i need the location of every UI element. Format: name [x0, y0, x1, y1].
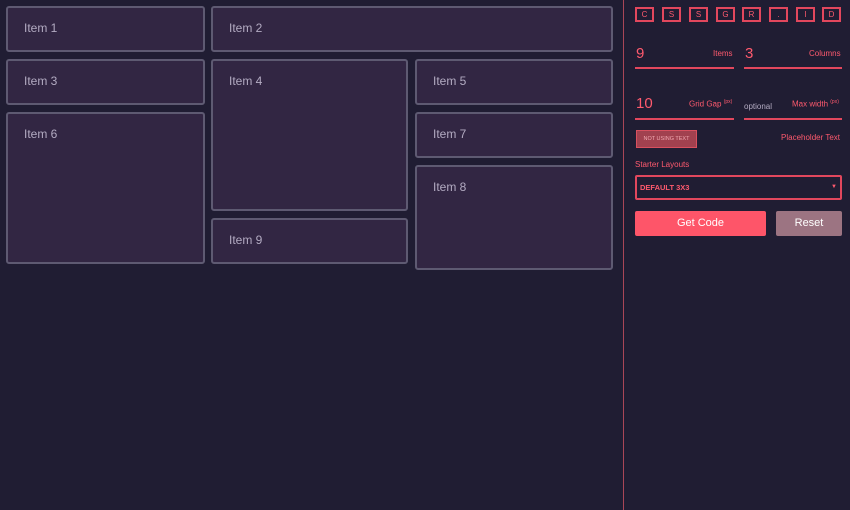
logo-letter: S	[662, 7, 681, 22]
grid-item-label: Item 5	[433, 74, 467, 88]
grid-item-label: Item 7	[433, 127, 467, 141]
grid-item-3[interactable]: Item 3	[6, 59, 205, 105]
selected-layout: DEFAULT 3X3	[640, 183, 690, 192]
logo-letter: C	[635, 7, 654, 22]
grid-gap-underline	[635, 118, 734, 120]
max-width-input[interactable]: optional	[744, 102, 772, 111]
starter-layouts-label: Starter Layouts	[635, 160, 690, 169]
logo-letter: I	[796, 7, 815, 22]
logo-letter: .	[769, 7, 788, 22]
grid-item-label: Item 2	[229, 21, 263, 35]
max-width-label: Max width (px)	[792, 99, 839, 109]
grid-item-6[interactable]: Item 6	[6, 112, 205, 264]
grid-item-label: Item 4	[229, 74, 263, 88]
grid-gap-label: Grid Gap (px)	[689, 99, 733, 109]
grid-item-5[interactable]: Item 5	[415, 59, 613, 105]
logo-letter: R	[742, 7, 761, 22]
grid-item-label: Item 3	[24, 74, 58, 88]
items-value[interactable]: 9	[636, 45, 644, 62]
reset-button[interactable]: Reset	[776, 211, 842, 236]
columns-underline	[744, 67, 842, 69]
items-label: Items	[713, 49, 733, 58]
starter-layouts-select[interactable]: DEFAULT 3X3 ▼	[635, 175, 842, 200]
text-toggle-button[interactable]: NOT USING TEXT	[636, 130, 697, 148]
grid-item-7[interactable]: Item 7	[415, 112, 613, 158]
grid-item-2[interactable]: Item 2	[211, 6, 613, 52]
grid-item-label: Item 1	[24, 21, 58, 35]
grid-gap-value[interactable]: 10	[636, 95, 653, 112]
items-underline	[635, 67, 734, 69]
grid-item-1[interactable]: Item 1	[6, 6, 205, 52]
get-code-button[interactable]: Get Code	[635, 211, 766, 236]
grid-item-8[interactable]: Item 8	[415, 165, 613, 270]
css-grid-generator-app: Item 1 Item 2 Item 3 Item 4 Item 5 Item …	[0, 0, 850, 510]
grid-item-label: Item 6	[24, 127, 58, 141]
settings-sidebar: C S S G R . I D 9 Items 3 Columns 10 Gri…	[623, 0, 850, 510]
chevron-down-icon: ▼	[831, 184, 837, 190]
grid-item-label: Item 9	[229, 233, 263, 247]
logo-letter: G	[716, 7, 735, 22]
max-width-underline	[744, 118, 842, 120]
grid-item-9[interactable]: Item 9	[211, 218, 408, 264]
columns-label: Columns	[809, 49, 841, 58]
logo-letter: S	[689, 7, 708, 22]
grid-item-label: Item 8	[433, 180, 467, 194]
logo-letter: D	[822, 7, 841, 22]
grid-item-4[interactable]: Item 4	[211, 59, 408, 211]
columns-value[interactable]: 3	[745, 45, 753, 62]
placeholder-text-label: Placeholder Text	[781, 133, 840, 142]
